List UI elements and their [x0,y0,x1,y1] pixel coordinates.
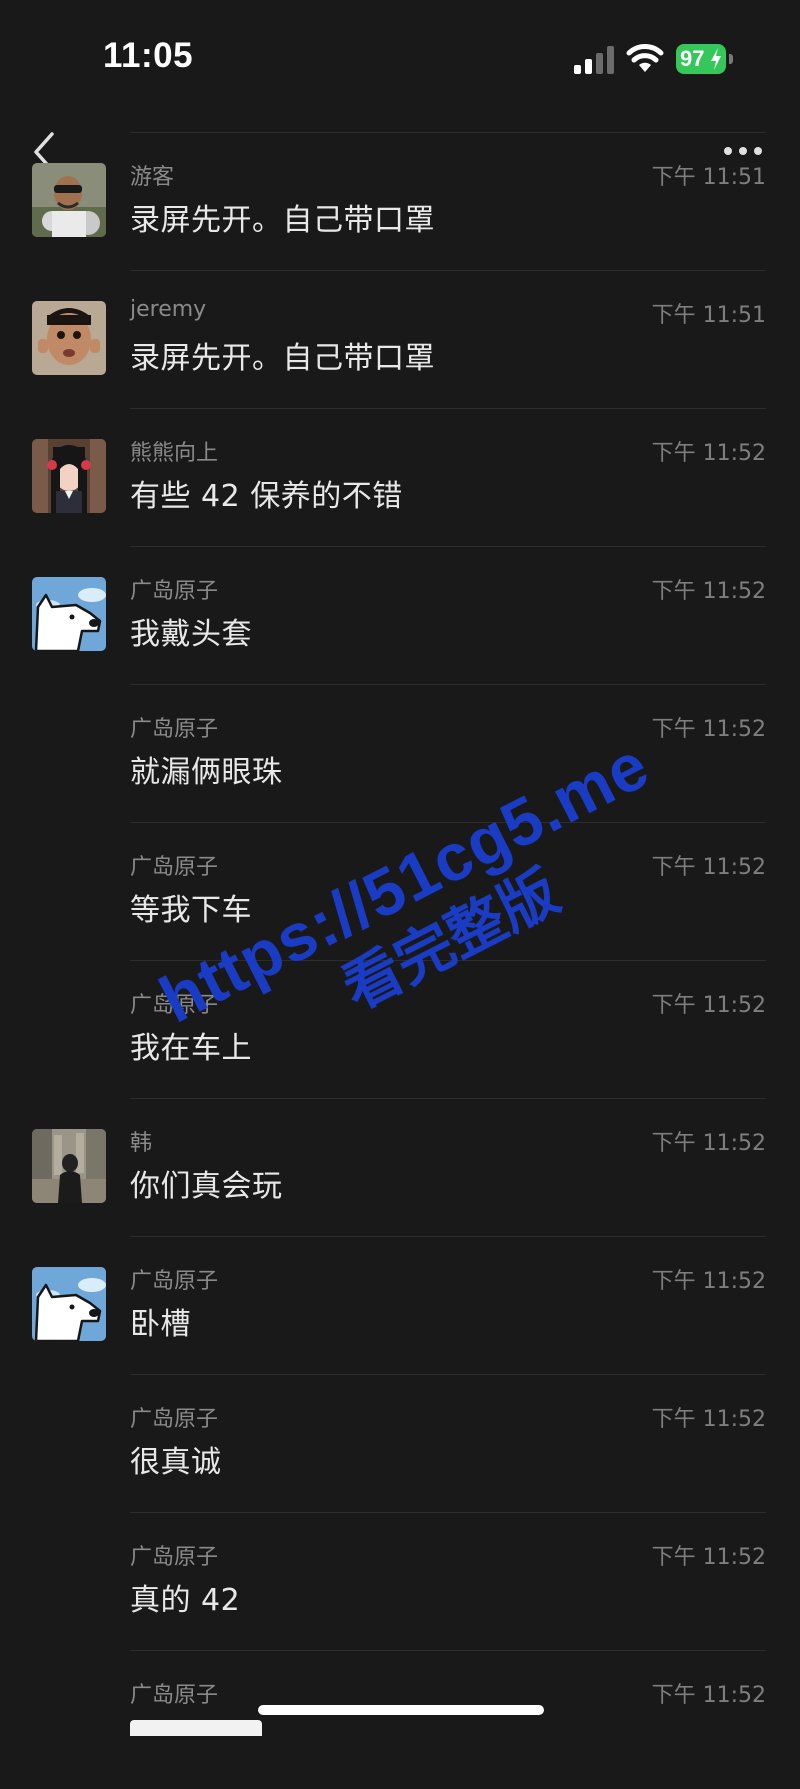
message-time: 下午 11:52 [651,1683,766,1708]
sender-name: 广岛原子 [130,717,219,742]
message-time: 下午 11:51 [651,303,766,328]
message-time: 下午 11:52 [651,441,766,466]
message-text: 真的 42 [130,1583,241,1618]
message-row[interactable]: 广岛原子 下午 11:52 就漏俩眼珠 [0,685,800,823]
avatar-guangdao-dog[interactable] [32,577,106,651]
message-text: 你们真会玩 [130,1169,283,1204]
sender-name: 韩 [130,1131,153,1156]
message-text: 录屏先开。自己带口罩 [130,341,435,376]
wifi-icon [626,44,664,72]
avatar-han[interactable] [32,1129,106,1203]
avatar-youke[interactable] [32,163,106,237]
message-row[interactable]: 韩 下午 11:52 你们真会玩 [0,1099,800,1237]
sender-name: 游客 [130,165,175,190]
message-row[interactable]: 广岛原子 下午 11:52 卧槽 [0,1237,800,1375]
message-text: 有些 42 保养的不错 [130,479,403,514]
message-row[interactable]: 游客 下午 11:51 录屏先开。自己带口罩 [0,133,800,271]
message-time: 下午 11:52 [651,1131,766,1156]
message-row[interactable]: 广岛原子 下午 11:52 真的 42 [0,1513,800,1651]
battery-icon: 97 [676,44,734,74]
message-text: 我戴头套 [130,617,252,652]
battery-body: 97 [676,44,726,74]
avatar-jeremy[interactable] [32,301,106,375]
sender-name: 广岛原子 [130,1407,219,1432]
status-time: 11:05 [103,36,194,75]
message-row[interactable]: 广岛原子 下午 11:52 我在车上 [0,961,800,1099]
message-row[interactable]: 广岛原子 下午 11:52 很真诚 [0,1375,800,1513]
sender-name: 广岛原子 [130,1545,219,1570]
sender-name: 广岛原子 [130,1683,219,1708]
message-text: 等我下车 [130,893,252,928]
sender-name: 广岛原子 [130,579,219,604]
message-time: 下午 11:52 [651,579,766,604]
message-time: 下午 11:52 [651,1269,766,1294]
sender-name: 广岛原子 [130,1269,219,1294]
image-thumbnail-preview[interactable] [130,1720,262,1736]
message-time: 下午 11:51 [651,165,766,190]
message-row[interactable]: 广岛原子 下午 11:52 我戴头套 [0,547,800,685]
home-indicator[interactable] [258,1705,544,1715]
message-text: 卧槽 [130,1307,191,1342]
message-time: 下午 11:52 [651,855,766,880]
status-bar: 11:05 97 [0,0,800,110]
sender-name: jeremy [130,297,207,322]
message-row[interactable]: 广岛原子 下午 11:52 等我下车 [0,823,800,961]
sender-name: 广岛原子 [130,993,219,1018]
message-row[interactable]: jeremy 下午 11:51 录屏先开。自己带口罩 [0,271,800,409]
message-text: 录屏先开。自己带口罩 [130,203,435,238]
sender-name: 广岛原子 [130,855,219,880]
message-time: 下午 11:52 [651,993,766,1018]
battery-cap [729,54,733,64]
battery-level: 97 [680,46,705,71]
message-time: 下午 11:52 [651,1545,766,1570]
message-time: 下午 11:52 [651,1407,766,1432]
avatar-xiongxiong[interactable] [32,439,106,513]
message-row[interactable]: 广岛原子 下午 11:52 [0,1651,800,1789]
signal-icon [574,46,614,74]
avatar-guangdao-dog[interactable] [32,1267,106,1341]
message-row[interactable]: 熊熊向上 下午 11:52 有些 42 保养的不错 [0,409,800,547]
sender-name: 熊熊向上 [130,441,219,466]
message-list[interactable]: 游客 下午 11:51 录屏先开。自己带口罩 jeremy 下午 11:51 录… [0,133,800,1789]
charging-bolt-icon [711,48,721,70]
message-text: 我在车上 [130,1031,252,1066]
message-text: 很真诚 [130,1445,222,1480]
message-time: 下午 11:52 [651,717,766,742]
message-text: 就漏俩眼珠 [130,755,283,790]
